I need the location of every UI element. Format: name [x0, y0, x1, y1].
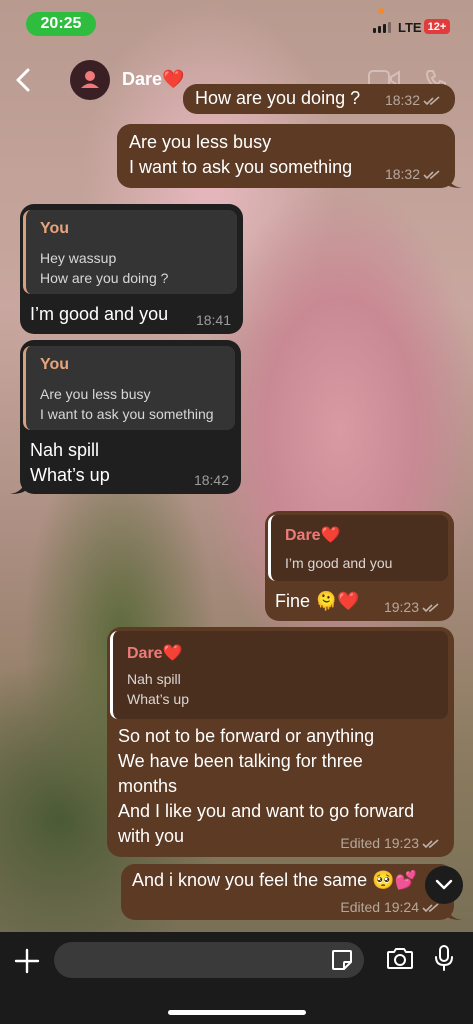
read-checks-icon — [423, 170, 440, 180]
recording-dot-icon — [378, 8, 384, 14]
read-checks-icon — [422, 603, 439, 613]
reply-quote[interactable]: You Are you less busy I want to ask you … — [23, 346, 235, 430]
avatar[interactable] — [70, 60, 110, 100]
message-time: 19:23 — [384, 599, 440, 615]
message-time: 18:32 — [385, 166, 441, 182]
message-text: Nah spill What’s up — [30, 440, 110, 485]
status-bar: 20:25 LTE 12+ — [0, 0, 473, 48]
scroll-to-bottom-button[interactable] — [425, 866, 463, 904]
reply-author: You — [40, 220, 70, 237]
reply-text: Nah spill What’s up — [127, 671, 189, 707]
message-time: Edited 19:23 — [340, 835, 440, 851]
message-time: 18:32 — [385, 92, 441, 108]
contact-name[interactable]: Dare❤️ — [122, 69, 184, 90]
message-bubble-outgoing[interactable]: Are you less busy I want to ask you some… — [117, 124, 455, 188]
message-text: I’m good and you — [30, 304, 169, 324]
battery-indicator: 12+ — [424, 19, 450, 34]
read-checks-icon — [422, 839, 439, 849]
microphone-icon[interactable] — [434, 944, 454, 977]
message-bubble-outgoing[interactable]: Dare❤️ I’m good and you Fine 🫠❤️ 19:23 — [265, 511, 454, 621]
reply-quote[interactable]: Dare❤️ I’m good and you — [268, 515, 448, 581]
message-bubble-outgoing[interactable]: Dare❤️ Nah spill What’s up So not to be … — [107, 627, 454, 857]
reply-author: Dare❤️ — [285, 527, 341, 544]
back-chevron-icon[interactable] — [12, 66, 36, 94]
reply-text: Are you less busy I want to ask you some… — [40, 386, 214, 422]
message-input[interactable] — [54, 942, 364, 978]
reply-author: Dare❤️ — [127, 645, 183, 662]
bubble-tail — [446, 172, 462, 188]
bubble-tail — [10, 478, 26, 494]
plus-icon[interactable] — [14, 948, 40, 979]
read-checks-icon — [423, 96, 440, 106]
network-type: LTE — [398, 20, 422, 35]
message-text: And i know you feel the same 🥺💕 — [132, 870, 417, 890]
signal-icon — [373, 22, 391, 33]
message-time: Edited 19:24 — [340, 899, 440, 915]
camera-icon[interactable] — [386, 946, 414, 975]
message-bubble-outgoing[interactable]: How are you doing ? 18:32 — [183, 84, 455, 114]
reply-text: I’m good and you — [285, 555, 393, 571]
message-text: Are you less busy I want to ask you some… — [129, 132, 353, 177]
message-bubble-incoming[interactable]: You Hey wassup How are you doing ? I’m g… — [20, 204, 243, 334]
bubble-tail — [446, 904, 462, 920]
reply-quote[interactable]: You Hey wassup How are you doing ? — [23, 210, 237, 294]
status-time[interactable]: 20:25 — [26, 12, 96, 36]
sticker-icon[interactable] — [330, 948, 354, 977]
message-text: So not to be forward or anything We have… — [118, 726, 415, 846]
reply-quote[interactable]: Dare❤️ Nah spill What’s up — [110, 631, 448, 719]
message-text: How are you doing ? — [195, 88, 361, 108]
message-bubble-incoming[interactable]: You Are you less busy I want to ask you … — [20, 340, 241, 494]
person-icon — [81, 71, 99, 88]
message-time: 18:42 — [193, 472, 229, 488]
reply-author: You — [40, 356, 70, 373]
chevron-down-icon — [435, 879, 453, 890]
message-text: Fine 🫠❤️ — [275, 591, 360, 611]
message-bubble-outgoing[interactable]: And i know you feel the same 🥺💕 Edited 1… — [121, 864, 454, 920]
reply-text: Hey wassup How are you doing ? — [40, 250, 169, 286]
read-checks-icon — [422, 903, 439, 913]
message-time: 18:41 — [195, 312, 231, 328]
home-indicator[interactable] — [168, 1010, 306, 1015]
